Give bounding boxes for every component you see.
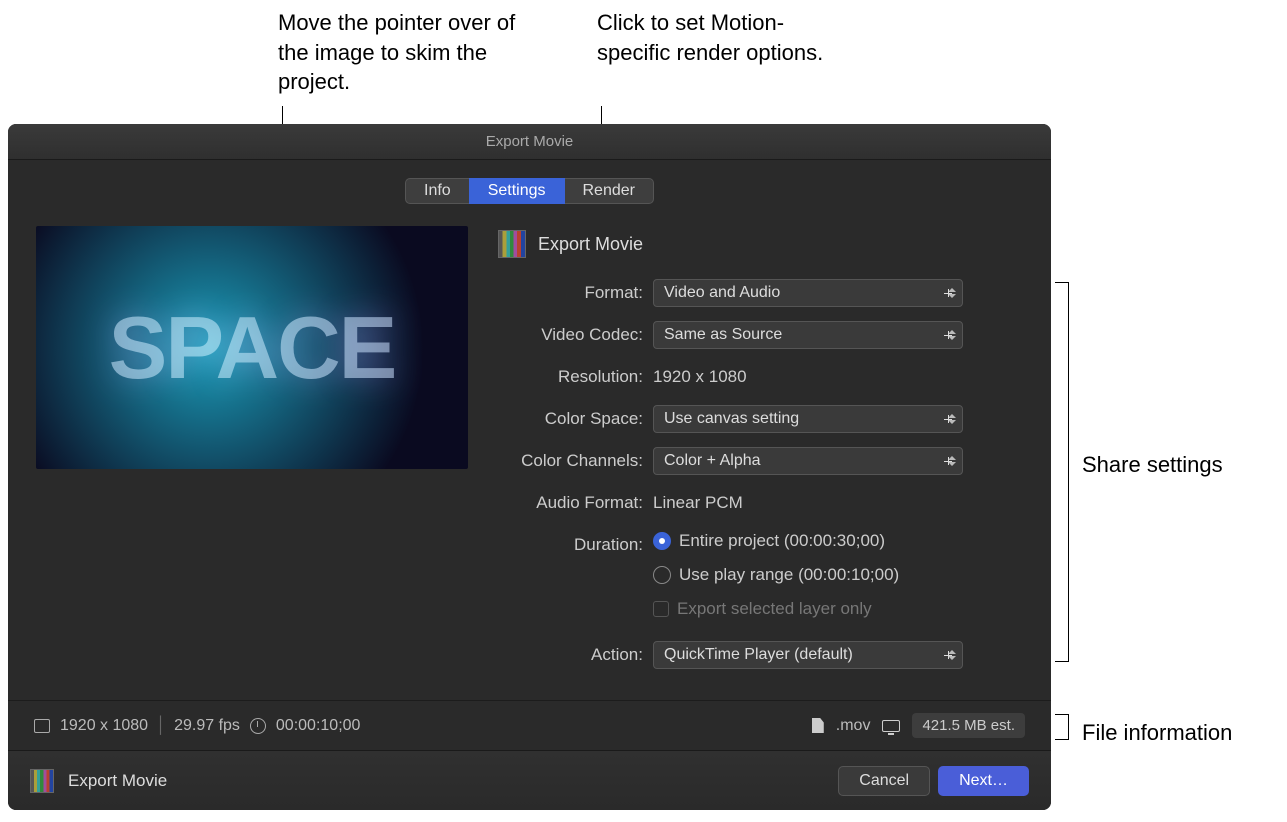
radio-entire-project[interactable] xyxy=(653,532,671,550)
bottom-title: Export Movie xyxy=(68,771,167,791)
select-colorspace[interactable]: Use canvas setting xyxy=(653,405,963,433)
label-action: Action: xyxy=(498,645,653,665)
select-action[interactable]: QuickTime Player (default) xyxy=(653,641,963,669)
info-duration: 00:00:10;00 xyxy=(276,717,361,735)
select-action-value: QuickTime Player (default) xyxy=(664,646,853,664)
checkbox-export-selected xyxy=(653,601,669,617)
tabs: Info Settings Render xyxy=(36,178,1023,204)
color-bars-icon xyxy=(498,230,526,258)
callout-render: Click to set Motion-specific render opti… xyxy=(597,8,827,67)
document-icon xyxy=(812,718,824,733)
preview-skimmer[interactable] xyxy=(36,226,468,469)
radio-entire-label: Entire project (00:00:30;00) xyxy=(679,531,885,551)
tab-settings[interactable]: Settings xyxy=(469,178,565,204)
select-codec[interactable]: Same as Source xyxy=(653,321,963,349)
info-ext: .mov xyxy=(836,717,871,735)
select-channels-value: Color + Alpha xyxy=(664,452,761,470)
section-header: Export Movie xyxy=(498,230,1023,258)
radio-play-range[interactable] xyxy=(653,566,671,584)
dialog-main: Info Settings Render Export Movie Format… xyxy=(8,160,1051,700)
value-audio: Linear PCM xyxy=(653,493,1023,513)
next-button[interactable]: Next… xyxy=(938,766,1029,796)
section-title: Export Movie xyxy=(538,234,643,255)
info-resolution: 1920 x 1080 xyxy=(60,717,148,735)
resolution-icon xyxy=(34,719,50,733)
tab-render[interactable]: Render xyxy=(565,178,654,204)
label-audio: Audio Format: xyxy=(498,493,653,513)
label-codec: Video Codec: xyxy=(498,325,653,345)
label-channels: Color Channels: xyxy=(498,451,653,471)
value-resolution: 1920 x 1080 xyxy=(653,367,1023,387)
radio-playrange-label: Use play range (00:00:10;00) xyxy=(679,565,899,585)
info-size: 421.5 MB est. xyxy=(912,713,1025,738)
export-dialog: Export Movie Info Settings Render Export… xyxy=(8,124,1051,810)
settings-column: Export Movie Format: Video and Audio Vid… xyxy=(498,226,1023,682)
label-resolution: Resolution: xyxy=(498,367,653,387)
monitor-icon xyxy=(882,720,900,732)
select-codec-value: Same as Source xyxy=(664,326,782,344)
checkbox-export-selected-label: Export selected layer only xyxy=(677,599,872,619)
label-format: Format: xyxy=(498,283,653,303)
label-colorspace: Color Space: xyxy=(498,409,653,429)
select-format-value: Video and Audio xyxy=(664,284,780,302)
bracket-fileinfo xyxy=(1055,714,1069,740)
bracket-share xyxy=(1055,282,1069,662)
label-duration: Duration: xyxy=(498,535,653,555)
color-bars-icon-small xyxy=(30,769,54,793)
tab-info[interactable]: Info xyxy=(405,178,469,204)
callout-fileinfo: File information xyxy=(1082,718,1232,748)
cancel-button[interactable]: Cancel xyxy=(838,766,930,796)
select-colorspace-value: Use canvas setting xyxy=(664,410,799,428)
callout-skim: Move the pointer over of the image to sk… xyxy=(278,8,538,97)
dialog-title: Export Movie xyxy=(8,124,1051,160)
info-fps: 29.97 fps xyxy=(174,717,240,735)
info-bar: 1920 x 1080 │ 29.97 fps 00:00:10;00 .mov… xyxy=(8,700,1051,750)
select-channels[interactable]: Color + Alpha xyxy=(653,447,963,475)
callout-share: Share settings xyxy=(1082,450,1223,480)
bottom-bar: Export Movie Cancel Next… xyxy=(8,750,1051,810)
content-row: Export Movie Format: Video and Audio Vid… xyxy=(36,226,1023,682)
select-format[interactable]: Video and Audio xyxy=(653,279,963,307)
clock-icon xyxy=(250,718,266,734)
